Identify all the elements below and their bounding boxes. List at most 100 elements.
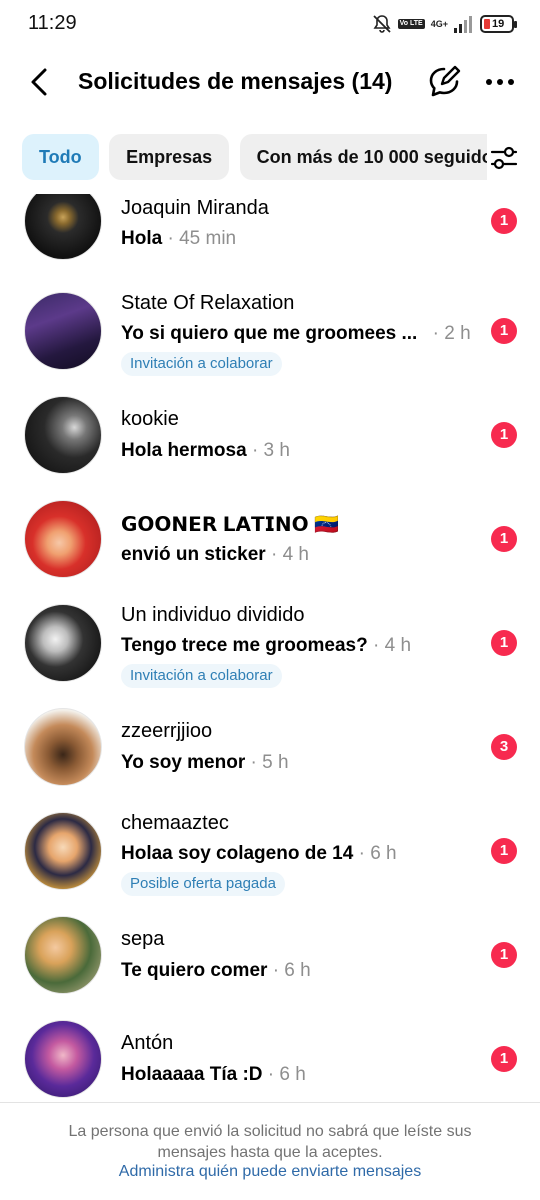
list-item[interactable]: chemaaztec Holaa soy colageno de 14 · 6 …	[0, 810, 540, 914]
page-title: Solicitudes de mensajes (14)	[78, 68, 393, 94]
unread-badge: 1	[491, 942, 517, 968]
message-preview: Holaaaaa Tía :D · 6 h	[121, 1064, 306, 1086]
contact-name: sepa	[121, 928, 165, 950]
more-options-button[interactable]	[480, 62, 520, 102]
filter-chip-empresas[interactable]: Empresas	[109, 134, 230, 180]
list-item[interactable]: Un individuo dividido Tengo trece me gro…	[0, 602, 540, 706]
avatar	[24, 916, 102, 994]
filter-chips: Todo Empresas Con más de 10 000 seguidor…	[22, 134, 487, 180]
filter-settings-button[interactable]	[490, 144, 518, 172]
avatar	[24, 604, 102, 682]
message-preview: envió un sticker · 4 h	[121, 544, 309, 566]
avatar	[24, 194, 102, 260]
footer: La persona que envió la solicitud no sab…	[0, 1102, 540, 1200]
back-button[interactable]	[22, 64, 58, 100]
status-time: 11:29	[28, 12, 77, 34]
message-text: envió un sticker	[121, 544, 266, 565]
paid-offer-tag: Posible oferta pagada	[121, 872, 285, 896]
list-item[interactable]: 𝗚𝗢𝗢𝗡𝗘𝗥 𝗟𝗔𝗧𝗜𝗡𝗢 🇻🇪 envió un sticker · 4 h …	[0, 498, 540, 602]
sliders-icon	[490, 146, 518, 170]
message-preview: Holaa soy colageno de 14 · 6 h	[121, 843, 397, 865]
message-preview: Yo si quiero que me groomees ... · 2 h	[121, 323, 471, 345]
list-item[interactable]: kookie Hola hermosa · 3 h 1	[0, 394, 540, 498]
contact-name: State Of Relaxation	[121, 292, 295, 314]
list-item[interactable]: State Of Relaxation Yo si quiero que me …	[0, 290, 540, 394]
list-item[interactable]: zzeerrjjioo Yo soy menor · 5 h 3	[0, 706, 540, 810]
footer-note: La persona que envió la solicitud no sab…	[68, 1123, 472, 1161]
collab-invite-tag: Invitación a colaborar	[121, 664, 282, 688]
back-arrow-icon	[31, 68, 47, 96]
message-text: Hola hermosa	[121, 440, 247, 461]
message-preview: Te quiero comer · 6 h	[121, 960, 311, 982]
message-time: 45 min	[179, 228, 237, 249]
avatar	[24, 708, 102, 786]
contact-name: 𝗚𝗢𝗢𝗡𝗘𝗥 𝗟𝗔𝗧𝗜𝗡𝗢 🇻🇪	[121, 514, 340, 536]
separator: ·	[167, 228, 174, 249]
message-text: Yo si quiero que me groomees ...	[121, 323, 418, 344]
collab-invite-tag: Invitación a colaborar	[121, 352, 282, 376]
message-text: Holaa soy colageno de 14	[121, 843, 354, 864]
message-time: 3 h	[263, 440, 290, 461]
contact-name: Antón	[121, 1032, 174, 1054]
avatar	[24, 500, 102, 578]
avatar	[24, 812, 102, 890]
header: Solicitudes de mensajes (14)	[0, 48, 540, 116]
more-options-icon	[486, 79, 514, 85]
unread-badge: 1	[491, 422, 517, 448]
battery-icon: 19	[480, 15, 517, 33]
message-text: Holaaaaa Tía :D	[121, 1064, 263, 1085]
message-time: 4 h	[384, 635, 412, 656]
separator: ·	[250, 752, 257, 773]
manage-messages-link[interactable]: Administra quién puede enviarte mensajes	[0, 1163, 540, 1181]
message-text: Tengo trece me groomeas?	[121, 635, 368, 656]
filter-chip-followers[interactable]: Con más de 10 000 seguidores	[239, 134, 487, 180]
unread-badge: 1	[491, 318, 517, 344]
list-item[interactable]: Antón Holaaaaa Tía :D · 6 h 1	[0, 1018, 540, 1102]
message-time: 4 h	[282, 544, 309, 565]
contact-name: Joaquin Miranda	[121, 197, 269, 219]
separator: ·	[358, 843, 365, 864]
avatar	[24, 1020, 102, 1098]
unread-badge: 3	[491, 734, 517, 760]
contact-name: chemaaztec	[121, 812, 229, 834]
battery-level: 19	[492, 18, 505, 30]
message-preview: Tengo trece me groomeas? · 4 h	[121, 635, 411, 657]
signal-icon	[454, 16, 472, 33]
message-preview: Yo soy menor · 5 h	[121, 752, 289, 774]
compose-button[interactable]	[424, 62, 464, 102]
unread-badge: 1	[491, 1046, 517, 1072]
separator: ·	[270, 544, 278, 565]
message-time: 6 h	[370, 843, 397, 864]
volte-indicator: Vo LTE	[397, 19, 425, 29]
message-time: 6 h	[279, 1064, 306, 1085]
compose-message-icon	[429, 65, 461, 97]
contact-name: zzeerrjjioo	[121, 720, 213, 742]
filter-chip-todo[interactable]: Todo	[22, 134, 99, 180]
message-time: 6 h	[284, 960, 311, 981]
separator: ·	[432, 323, 439, 344]
avatar	[24, 396, 102, 474]
message-text: Hola	[121, 228, 163, 249]
list-item[interactable]: Joaquin Miranda Hola · 45 min 1	[0, 194, 540, 290]
message-preview: Hola · 45 min	[121, 228, 236, 250]
list-item[interactable]: sepa Te quiero comer · 6 h 1	[0, 914, 540, 1018]
status-bar: 11:29 Vo LTE 4G+ 19	[0, 0, 540, 48]
network-indicator: 4G+	[430, 19, 448, 29]
message-text: Yo soy menor	[121, 752, 246, 773]
separator: ·	[251, 440, 259, 461]
message-request-list: Joaquin Miranda Hola · 45 min 1 State Of…	[0, 194, 540, 1102]
separator: ·	[373, 635, 380, 656]
message-preview: Hola hermosa · 3 h	[121, 440, 290, 462]
separator: ·	[272, 960, 280, 981]
contact-name: Un individuo dividido	[121, 604, 305, 626]
message-time: 5 h	[262, 752, 289, 773]
unread-badge: 1	[491, 630, 517, 656]
avatar	[24, 292, 102, 370]
message-time: 2 h	[444, 323, 471, 344]
unread-badge: 1	[491, 838, 517, 864]
message-text: Te quiero comer	[121, 960, 268, 981]
separator: ·	[267, 1064, 275, 1085]
status-icons: Vo LTE 4G+ 19	[372, 13, 517, 35]
unread-badge: 1	[491, 208, 517, 234]
unread-badge: 1	[491, 526, 517, 552]
